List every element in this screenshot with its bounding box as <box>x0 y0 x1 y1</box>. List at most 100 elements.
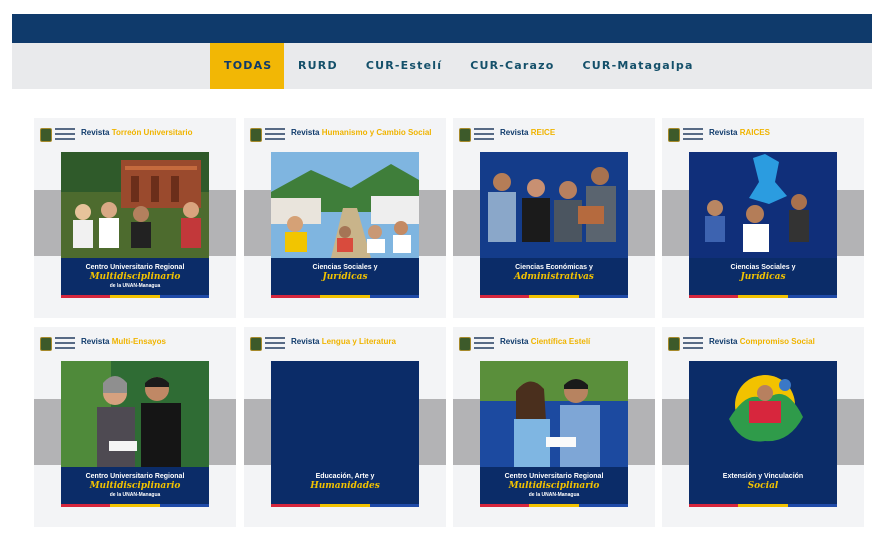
seal-icon <box>668 337 680 351</box>
cover-photo <box>480 361 628 467</box>
journal-card[interactable]: Revista Científica Estelí Centro Univers… <box>453 327 655 527</box>
card-header: Revista Científica Estelí <box>459 335 649 361</box>
cover-caption-sub: de la UNAN-Managua <box>528 492 580 498</box>
cover-caption: Centro Universitario Regional Multidisci… <box>484 473 624 498</box>
journal-card[interactable]: Revista RAICES Ciencias Sociales y Juríd… <box>662 118 864 318</box>
cover-caption-main: Ciencias Sociales y <box>312 264 378 271</box>
cover-caption-script: Humanidades <box>310 481 380 491</box>
journal-cover[interactable]: Centro Universitario Regional Multidisci… <box>61 361 209 507</box>
flag-stripe <box>480 504 628 507</box>
journal-title: Revista REICE <box>500 128 555 138</box>
university-logo-icon <box>265 128 285 140</box>
flag-stripe <box>271 504 419 507</box>
seal-icon <box>250 128 262 142</box>
journal-title-name: Multi-Ensayos <box>111 337 166 346</box>
university-logo-icon <box>683 128 703 140</box>
cover-caption: Educación, Arte y Humanidades <box>275 473 415 492</box>
seal-icon <box>459 337 471 351</box>
tab-todas[interactable]: TODAS <box>210 43 284 89</box>
journal-title: Revista Humanismo y Cambio Social <box>291 128 432 138</box>
cover-caption: Extensión y Vinculación Social <box>693 473 833 492</box>
journal-title-name: Compromiso Social <box>739 337 815 346</box>
card-header: Revista REICE <box>459 126 649 152</box>
cover-caption-main: Ciencias Sociales y <box>730 264 796 271</box>
seal-icon <box>40 337 52 351</box>
journal-title-prefix: Revista <box>81 337 110 346</box>
journal-card[interactable]: Revista Multi-Ensayos Centro Universitar… <box>34 327 236 527</box>
seal-icon <box>668 128 680 142</box>
cover-photo <box>689 361 837 467</box>
flag-stripe <box>61 504 209 507</box>
seal-icon <box>250 337 262 351</box>
journal-card[interactable]: Revista Compromiso Social Extensión y Vi… <box>662 327 864 527</box>
cover-caption: Ciencias Sociales y Jurídicas <box>275 264 415 283</box>
journal-title-name: RAICES <box>739 128 770 137</box>
journal-title-name: Científica Estelí <box>530 337 591 346</box>
journal-title-prefix: Revista <box>500 337 529 346</box>
journal-title-prefix: Revista <box>500 128 529 137</box>
cover-caption-main: Educación, Arte y <box>315 473 375 480</box>
cover-photo <box>480 152 628 258</box>
card-header: Revista Lengua y Literatura <box>250 335 440 361</box>
filter-tab-bar: TODAS RURD CUR-Estelí CUR-Carazo CUR-Mat… <box>12 43 872 89</box>
journal-title-prefix: Revista <box>291 337 320 346</box>
journal-title-name: Humanismo y Cambio Social <box>321 128 432 137</box>
card-header: Revista Multi-Ensayos <box>40 335 230 361</box>
journal-card[interactable]: Revista Humanismo y Cambio Social Cienci… <box>244 118 446 318</box>
university-logo-icon <box>683 337 703 349</box>
flag-stripe <box>61 295 209 298</box>
journal-cover[interactable]: Centro Universitario Regional Multidisci… <box>480 361 628 507</box>
journal-card[interactable]: Revista Torreón Universitario Centro Uni… <box>34 118 236 318</box>
cover-caption-main: Centro Universitario Regional <box>85 473 185 480</box>
cover-caption-script: Multidisciplinario <box>508 481 600 491</box>
journal-cover[interactable]: Ciencias Sociales y Jurídicas <box>271 152 419 298</box>
cover-photo <box>689 152 837 258</box>
tab-cur-matagalpa[interactable]: CUR-Matagalpa <box>569 43 708 89</box>
journal-cover[interactable]: Extensión y Vinculación Social <box>689 361 837 507</box>
seal-icon <box>459 128 471 142</box>
journal-title: Revista Compromiso Social <box>709 337 815 347</box>
cover-caption-script: Jurídicas <box>740 272 786 282</box>
card-header: Revista Compromiso Social <box>668 335 858 361</box>
journal-card[interactable]: Revista Lengua y Literatura Educación, A… <box>244 327 446 527</box>
top-header-bar <box>12 14 872 43</box>
cover-caption: Ciencias Económicas y Administrativas <box>484 264 624 283</box>
university-logo-icon <box>265 337 285 349</box>
journal-title: Revista Científica Estelí <box>500 337 590 347</box>
cover-caption-main: Ciencias Económicas y <box>515 264 593 271</box>
journal-cover[interactable]: Ciencias Económicas y Administrativas <box>480 152 628 298</box>
journal-card[interactable]: Revista REICE Ciencias Económicas y Admi… <box>453 118 655 318</box>
card-header: Revista RAICES <box>668 126 858 152</box>
cover-caption-script: Administrativas <box>514 272 594 282</box>
journal-title-prefix: Revista <box>81 128 110 137</box>
university-logo-icon <box>55 337 75 349</box>
university-logo-icon <box>55 128 75 140</box>
cover-caption: Centro Universitario Regional Multidisci… <box>65 473 205 498</box>
tab-cur-esteli[interactable]: CUR-Estelí <box>352 43 456 89</box>
cover-caption-script: Jurídicas <box>322 272 368 282</box>
journal-title-name: REICE <box>530 128 556 137</box>
cover-caption-main: Extensión y Vinculación <box>722 473 804 480</box>
cover-caption-sub: de la UNAN-Managua <box>109 283 161 289</box>
cover-caption-script: Multidisciplinario <box>89 272 181 282</box>
cover-caption-main: Centro Universitario Regional <box>85 264 185 271</box>
tab-cur-carazo[interactable]: CUR-Carazo <box>456 43 568 89</box>
cover-photo <box>271 152 419 258</box>
journal-title: Revista Lengua y Literatura <box>291 337 396 347</box>
card-header: Revista Torreón Universitario <box>40 126 230 152</box>
flag-stripe <box>689 504 837 507</box>
cover-caption-sub: de la UNAN-Managua <box>109 492 161 498</box>
seal-icon <box>40 128 52 142</box>
cover-caption: Centro Universitario Regional Multidisci… <box>65 264 205 289</box>
journal-cover[interactable]: Educación, Arte y Humanidades <box>271 361 419 507</box>
flag-stripe <box>689 295 837 298</box>
journal-title-prefix: Revista <box>709 128 738 137</box>
journal-title-name: Lengua y Literatura <box>321 337 396 346</box>
university-logo-icon <box>474 337 494 349</box>
journal-cover[interactable]: Ciencias Sociales y Jurídicas <box>689 152 837 298</box>
journal-title: Revista RAICES <box>709 128 770 138</box>
tab-rurd[interactable]: RURD <box>284 43 352 89</box>
journal-cover[interactable]: Centro Universitario Regional Multidisci… <box>61 152 209 298</box>
cover-photo <box>61 361 209 467</box>
card-header: Revista Humanismo y Cambio Social <box>250 126 440 152</box>
